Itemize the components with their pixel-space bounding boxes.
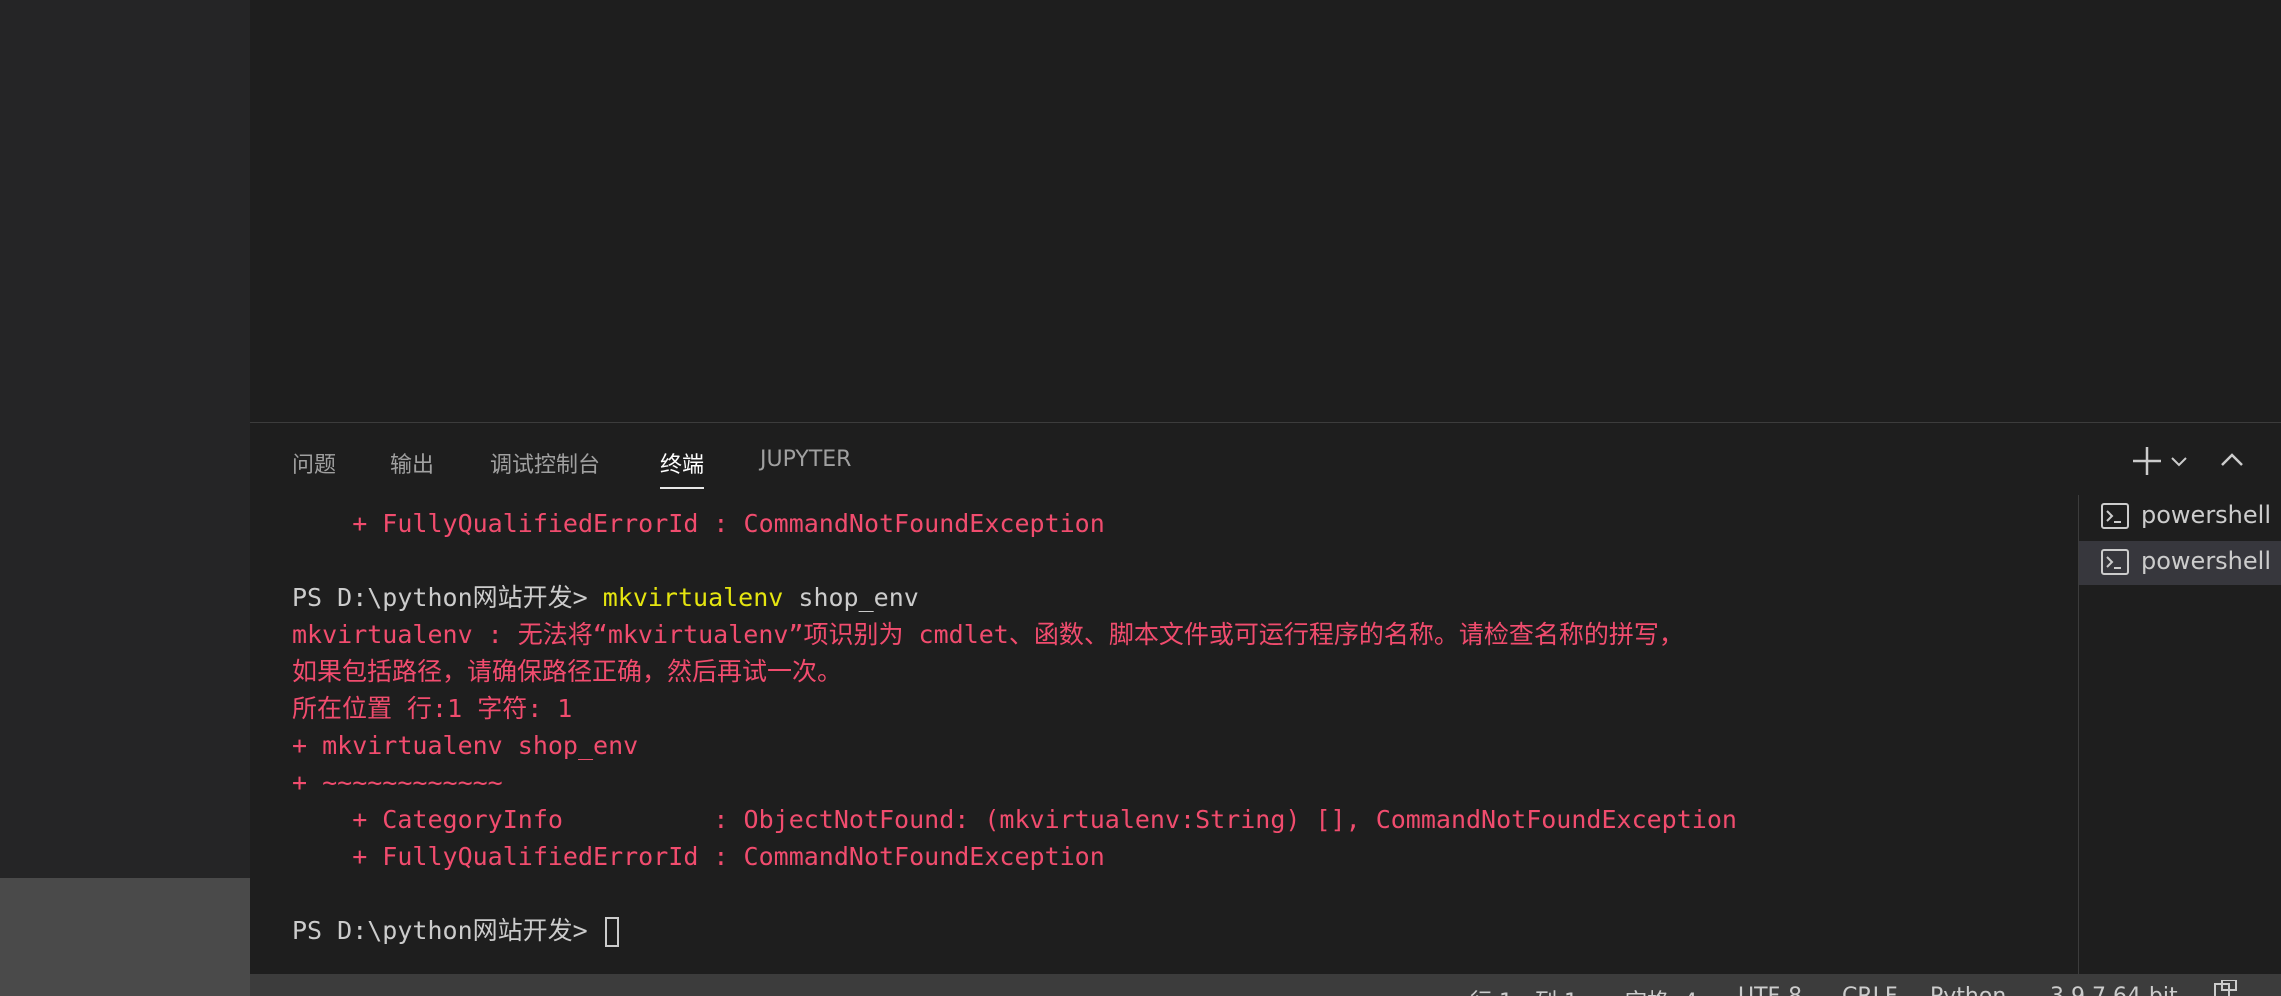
side-bar: [0, 0, 250, 878]
terminal-line: + CategoryInfo : ObjectNotFound: (mkvirt…: [292, 805, 1737, 834]
terminal-line: + ~~~~~~~~~~~~: [292, 768, 503, 797]
terminal-icon: [2101, 549, 2129, 575]
status-feedback-button[interactable]: [2212, 979, 2238, 996]
tab-terminal[interactable]: 终端: [660, 447, 705, 489]
terminal-line: PS D:\python网站开发>: [292, 912, 619, 949]
status-bar: 行 1，列 1 空格: 4 UTF-8 CRLF Python 3.9.7 64…: [250, 974, 2281, 996]
terminal-line: + mkvirtualenv shop_env: [292, 731, 639, 760]
vscode-window: 问题 输出 调试控制台 终端 JUPYTER + FullyQualifiedE…: [0, 0, 2281, 996]
terminal-command: mkvirtualenv: [602, 583, 784, 612]
terminal-line: 如果包括路径，请确保路径正确，然后再试一次。: [292, 657, 843, 686]
terminal-icon: [2101, 503, 2129, 529]
feedback-icon: [2214, 979, 2237, 996]
tab-output[interactable]: 输出: [390, 447, 434, 487]
terminal-instance-item-selected[interactable]: powershell: [2079, 541, 2281, 585]
new-terminal-dropdown-button[interactable]: [2167, 449, 2191, 473]
status-language-mode[interactable]: Python: [1930, 984, 2006, 996]
terminal-instance-list: powershell powershell: [2078, 495, 2281, 975]
terminal-prompt: PS D:\python网站开发>: [292, 916, 603, 945]
status-cursor-position[interactable]: 行 1，列 1: [1470, 984, 1578, 996]
status-indentation[interactable]: 空格: 4: [1625, 984, 1697, 996]
terminal-line: + FullyQualifiedErrorId : CommandNotFoun…: [292, 509, 1105, 538]
status-line-ending[interactable]: CRLF: [1842, 984, 1898, 996]
tab-jupyter[interactable]: JUPYTER: [760, 447, 851, 480]
terminal-cursor: [604, 917, 619, 947]
terminal-line: 所在位置 行:1 字符: 1: [292, 694, 573, 723]
terminal-line: PS D:\python网站开发> mkvirtualenv shop_env: [292, 579, 919, 616]
maximize-panel-button[interactable]: [2217, 445, 2247, 475]
status-encoding[interactable]: UTF-8: [1738, 984, 1802, 996]
tab-debug-console[interactable]: 调试控制台: [490, 447, 600, 487]
new-terminal-button[interactable]: [2131, 443, 2163, 479]
plus-icon: [2133, 447, 2161, 475]
chevron-up-icon: [2221, 453, 2243, 466]
terminal-prompt: PS D:\python网站开发>: [292, 583, 603, 612]
terminal-instance-label: powershell: [2141, 501, 2271, 529]
side-bar-bottom: [0, 878, 250, 996]
terminal-line: mkvirtualenv : 无法将“mkvirtualenv”项识别为 cmd…: [292, 620, 1684, 649]
terminal-instance-label: powershell: [2141, 547, 2271, 575]
tab-problems[interactable]: 问题: [292, 447, 336, 487]
terminal-line: + FullyQualifiedErrorId : CommandNotFoun…: [292, 842, 1105, 871]
panel-actions: [2131, 443, 2281, 483]
editor-area[interactable]: [250, 0, 2281, 422]
bottom-panel: 问题 输出 调试控制台 终端 JUPYTER + FullyQualifiedE…: [250, 422, 2281, 975]
terminal-output[interactable]: + FullyQualifiedErrorId : CommandNotFoun…: [250, 493, 2078, 975]
status-interpreter[interactable]: 3.9.7 64-bit: [2050, 984, 2178, 996]
terminal-instance-item[interactable]: powershell: [2079, 495, 2281, 539]
panel-tabs: 问题 输出 调试控制台 终端 JUPYTER: [250, 423, 2050, 493]
chevron-down-icon: [2171, 457, 2187, 467]
terminal-command-args: shop_env: [783, 583, 919, 612]
